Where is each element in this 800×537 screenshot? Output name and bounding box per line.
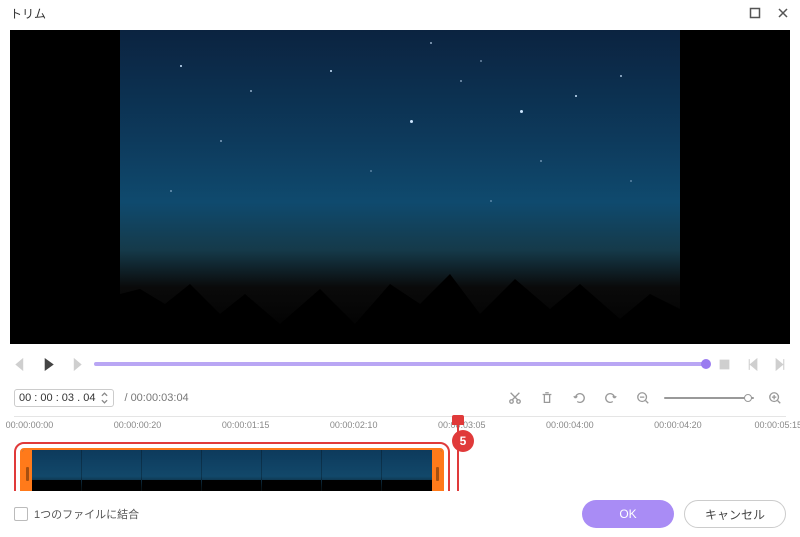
tick-label: 00:00:05:15 [754,420,800,430]
tick-label: 00:00:03:05 [438,420,486,430]
stop-button[interactable] [714,354,734,374]
timecode-input[interactable]: 00 : 00 : 03 . 04 [14,389,114,407]
delete-icon[interactable] [536,387,558,409]
tick-label: 00:00:04:00 [546,420,594,430]
duration-text: / 00:00:03:04 [124,392,188,404]
prev-clip-button[interactable] [10,354,30,374]
merge-checkbox[interactable]: 1つのファイルに結合 [14,506,139,522]
play-button[interactable] [38,354,58,374]
zoom-out-icon[interactable] [632,387,654,409]
window-title: トリム [10,5,46,22]
timecode-value: 00 : 00 : 03 . 04 [19,392,95,404]
window-maximize-button[interactable] [744,2,766,24]
seek-handle[interactable] [701,359,711,369]
annotation-badge-5: 5 [452,430,474,452]
timecode-step-down[interactable] [99,398,109,405]
window-close-button[interactable] [772,2,794,24]
go-start-button[interactable] [742,354,762,374]
zoom-slider[interactable] [664,397,754,399]
timecode-step-up[interactable] [99,391,109,398]
video-preview [10,30,790,344]
tick-label: 00:00:04:20 [654,420,702,430]
video-frame [120,30,680,344]
zoom-in-icon[interactable] [764,387,786,409]
tick-label: 00:00:01:15 [222,420,270,430]
cut-icon[interactable] [504,387,526,409]
undo-icon[interactable] [568,387,590,409]
tick-label: 00:00:02:10 [330,420,378,430]
tick-label: 00:00:00:20 [114,420,162,430]
tick-label: 00:00:00:00 [6,420,54,430]
ok-button[interactable]: OK [582,500,674,528]
next-clip-button[interactable] [66,354,86,374]
redo-icon[interactable] [600,387,622,409]
go-end-button[interactable] [770,354,790,374]
checkbox-icon [14,507,28,521]
merge-label: 1つのファイルに結合 [34,506,139,522]
zoom-handle[interactable] [744,394,752,402]
cancel-button[interactable]: キャンセル [684,500,786,528]
seek-bar[interactable] [94,362,706,366]
